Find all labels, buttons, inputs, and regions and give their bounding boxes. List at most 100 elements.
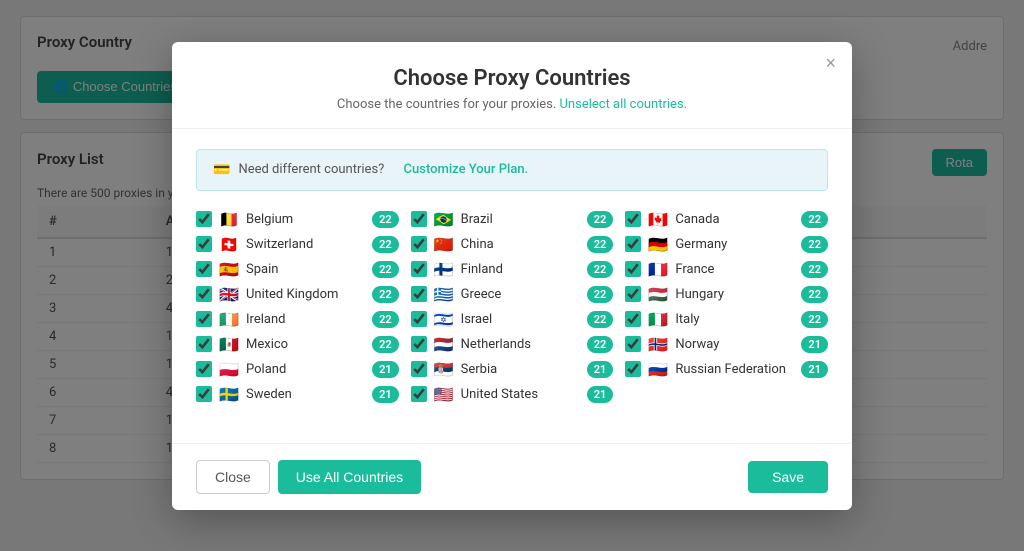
country-flag: 🇺🇸 bbox=[433, 386, 455, 402]
country-name: Norway bbox=[675, 337, 795, 352]
country-flag: 🇨🇭 bbox=[218, 236, 240, 252]
country-checkbox[interactable] bbox=[625, 236, 641, 252]
country-flag: 🇪🇸 bbox=[218, 261, 240, 277]
country-item: 🇷🇺 Russian Federation 21 bbox=[625, 361, 828, 378]
country-item: 🇳🇴 Norway 21 bbox=[625, 336, 828, 353]
country-flag: 🇸🇪 bbox=[218, 386, 240, 402]
country-count: 21 bbox=[801, 361, 828, 378]
country-checkbox[interactable] bbox=[411, 386, 427, 402]
country-item: 🇨🇦 Canada 22 bbox=[625, 211, 828, 228]
country-checkbox[interactable] bbox=[411, 311, 427, 327]
country-count: 22 bbox=[801, 211, 828, 228]
country-name: Ireland bbox=[246, 312, 366, 327]
country-checkbox[interactable] bbox=[411, 211, 427, 227]
modal-subtitle: Choose the countries for your proxies. U… bbox=[212, 97, 812, 112]
country-name: France bbox=[675, 262, 795, 277]
country-checkbox[interactable] bbox=[411, 236, 427, 252]
use-all-countries-button[interactable]: Use All Countries bbox=[278, 460, 421, 494]
country-checkbox[interactable] bbox=[625, 261, 641, 277]
country-flag: 🇭🇺 bbox=[647, 286, 669, 302]
country-flag: 🇫🇷 bbox=[647, 261, 669, 277]
country-flag: 🇮🇱 bbox=[433, 311, 455, 327]
country-name: Canada bbox=[675, 212, 795, 227]
country-count: 22 bbox=[587, 236, 614, 253]
country-flag: 🇳🇱 bbox=[433, 336, 455, 352]
country-count: 22 bbox=[587, 261, 614, 278]
modal-body: 💳 Need different countries? Customize Yo… bbox=[172, 129, 852, 443]
country-checkbox[interactable] bbox=[411, 286, 427, 302]
modal-close-button[interactable]: × bbox=[825, 54, 836, 72]
country-item: 🇧🇷 Brazil 22 bbox=[411, 211, 614, 228]
country-item: 🇭🇺 Hungary 22 bbox=[625, 286, 828, 303]
country-name: Italy bbox=[675, 312, 795, 327]
country-count: 22 bbox=[372, 261, 399, 278]
save-button[interactable]: Save bbox=[748, 461, 828, 493]
country-name: Netherlands bbox=[461, 337, 581, 352]
country-count: 22 bbox=[372, 311, 399, 328]
country-checkbox[interactable] bbox=[196, 361, 212, 377]
country-flag: 🇵🇱 bbox=[218, 361, 240, 377]
modal-overlay: × Choose Proxy Countries Choose the coun… bbox=[0, 0, 1024, 551]
country-checkbox[interactable] bbox=[411, 336, 427, 352]
country-checkbox[interactable] bbox=[625, 336, 641, 352]
country-count: 22 bbox=[801, 286, 828, 303]
country-flag: 🇫🇮 bbox=[433, 261, 455, 277]
country-item: 🇳🇱 Netherlands 22 bbox=[411, 336, 614, 353]
country-checkbox[interactable] bbox=[625, 361, 641, 377]
country-count: 22 bbox=[372, 211, 399, 228]
country-item: 🇩🇪 Germany 22 bbox=[625, 236, 828, 253]
country-item: 🇫🇷 France 22 bbox=[625, 261, 828, 278]
country-item: 🇪🇸 Spain 22 bbox=[196, 261, 399, 278]
country-checkbox[interactable] bbox=[411, 361, 427, 377]
country-count: 22 bbox=[587, 286, 614, 303]
country-flag: 🇨🇦 bbox=[647, 211, 669, 227]
country-item: 🇧🇪 Belgium 22 bbox=[196, 211, 399, 228]
modal-dialog: × Choose Proxy Countries Choose the coun… bbox=[172, 42, 852, 510]
country-flag: 🇷🇺 bbox=[647, 361, 669, 377]
country-item: 🇺🇸 United States 21 bbox=[411, 386, 614, 403]
country-checkbox[interactable] bbox=[196, 211, 212, 227]
country-item: 🇮🇪 Ireland 22 bbox=[196, 311, 399, 328]
country-flag: 🇧🇪 bbox=[218, 211, 240, 227]
country-checkbox[interactable] bbox=[196, 236, 212, 252]
close-button[interactable]: Close bbox=[196, 460, 270, 494]
country-item: 🇮🇱 Israel 22 bbox=[411, 311, 614, 328]
country-count: 21 bbox=[801, 336, 828, 353]
country-checkbox[interactable] bbox=[196, 311, 212, 327]
country-name: Finland bbox=[461, 262, 581, 277]
credit-card-icon: 💳 bbox=[213, 162, 230, 178]
country-checkbox[interactable] bbox=[625, 211, 641, 227]
country-count: 22 bbox=[372, 286, 399, 303]
country-count: 21 bbox=[372, 361, 399, 378]
country-item: 🇨🇳 China 22 bbox=[411, 236, 614, 253]
country-checkbox[interactable] bbox=[625, 286, 641, 302]
country-count: 22 bbox=[801, 311, 828, 328]
country-checkbox[interactable] bbox=[196, 261, 212, 277]
country-name: Mexico bbox=[246, 337, 366, 352]
country-flag: 🇧🇷 bbox=[433, 211, 455, 227]
country-count: 21 bbox=[372, 386, 399, 403]
country-item: 🇬🇧 United Kingdom 22 bbox=[196, 286, 399, 303]
country-checkbox[interactable] bbox=[196, 286, 212, 302]
unselect-all-link[interactable]: Unselect all countries. bbox=[560, 97, 688, 112]
country-checkbox[interactable] bbox=[411, 261, 427, 277]
country-flag: 🇲🇽 bbox=[218, 336, 240, 352]
country-checkbox[interactable] bbox=[196, 336, 212, 352]
country-name: Belgium bbox=[246, 212, 366, 227]
country-name: Brazil bbox=[461, 212, 581, 227]
country-name: Switzerland bbox=[246, 237, 366, 252]
country-checkbox[interactable] bbox=[196, 386, 212, 402]
country-flag: 🇳🇴 bbox=[647, 336, 669, 352]
country-name: Israel bbox=[461, 312, 581, 327]
countries-grid: 🇧🇪 Belgium 22 🇧🇷 Brazil 22 🇨🇦 Canada 22 … bbox=[196, 211, 828, 403]
country-checkbox[interactable] bbox=[625, 311, 641, 327]
modal-footer: Close Use All Countries Save bbox=[172, 443, 852, 510]
modal-header: Choose Proxy Countries Choose the countr… bbox=[172, 42, 852, 129]
country-flag: 🇮🇹 bbox=[647, 311, 669, 327]
country-count: 22 bbox=[801, 236, 828, 253]
country-item: 🇫🇮 Finland 22 bbox=[411, 261, 614, 278]
customize-plan-link[interactable]: Customize Your Plan. bbox=[404, 162, 529, 177]
country-flag: 🇮🇪 bbox=[218, 311, 240, 327]
country-item: 🇲🇽 Mexico 22 bbox=[196, 336, 399, 353]
country-count: 22 bbox=[801, 261, 828, 278]
